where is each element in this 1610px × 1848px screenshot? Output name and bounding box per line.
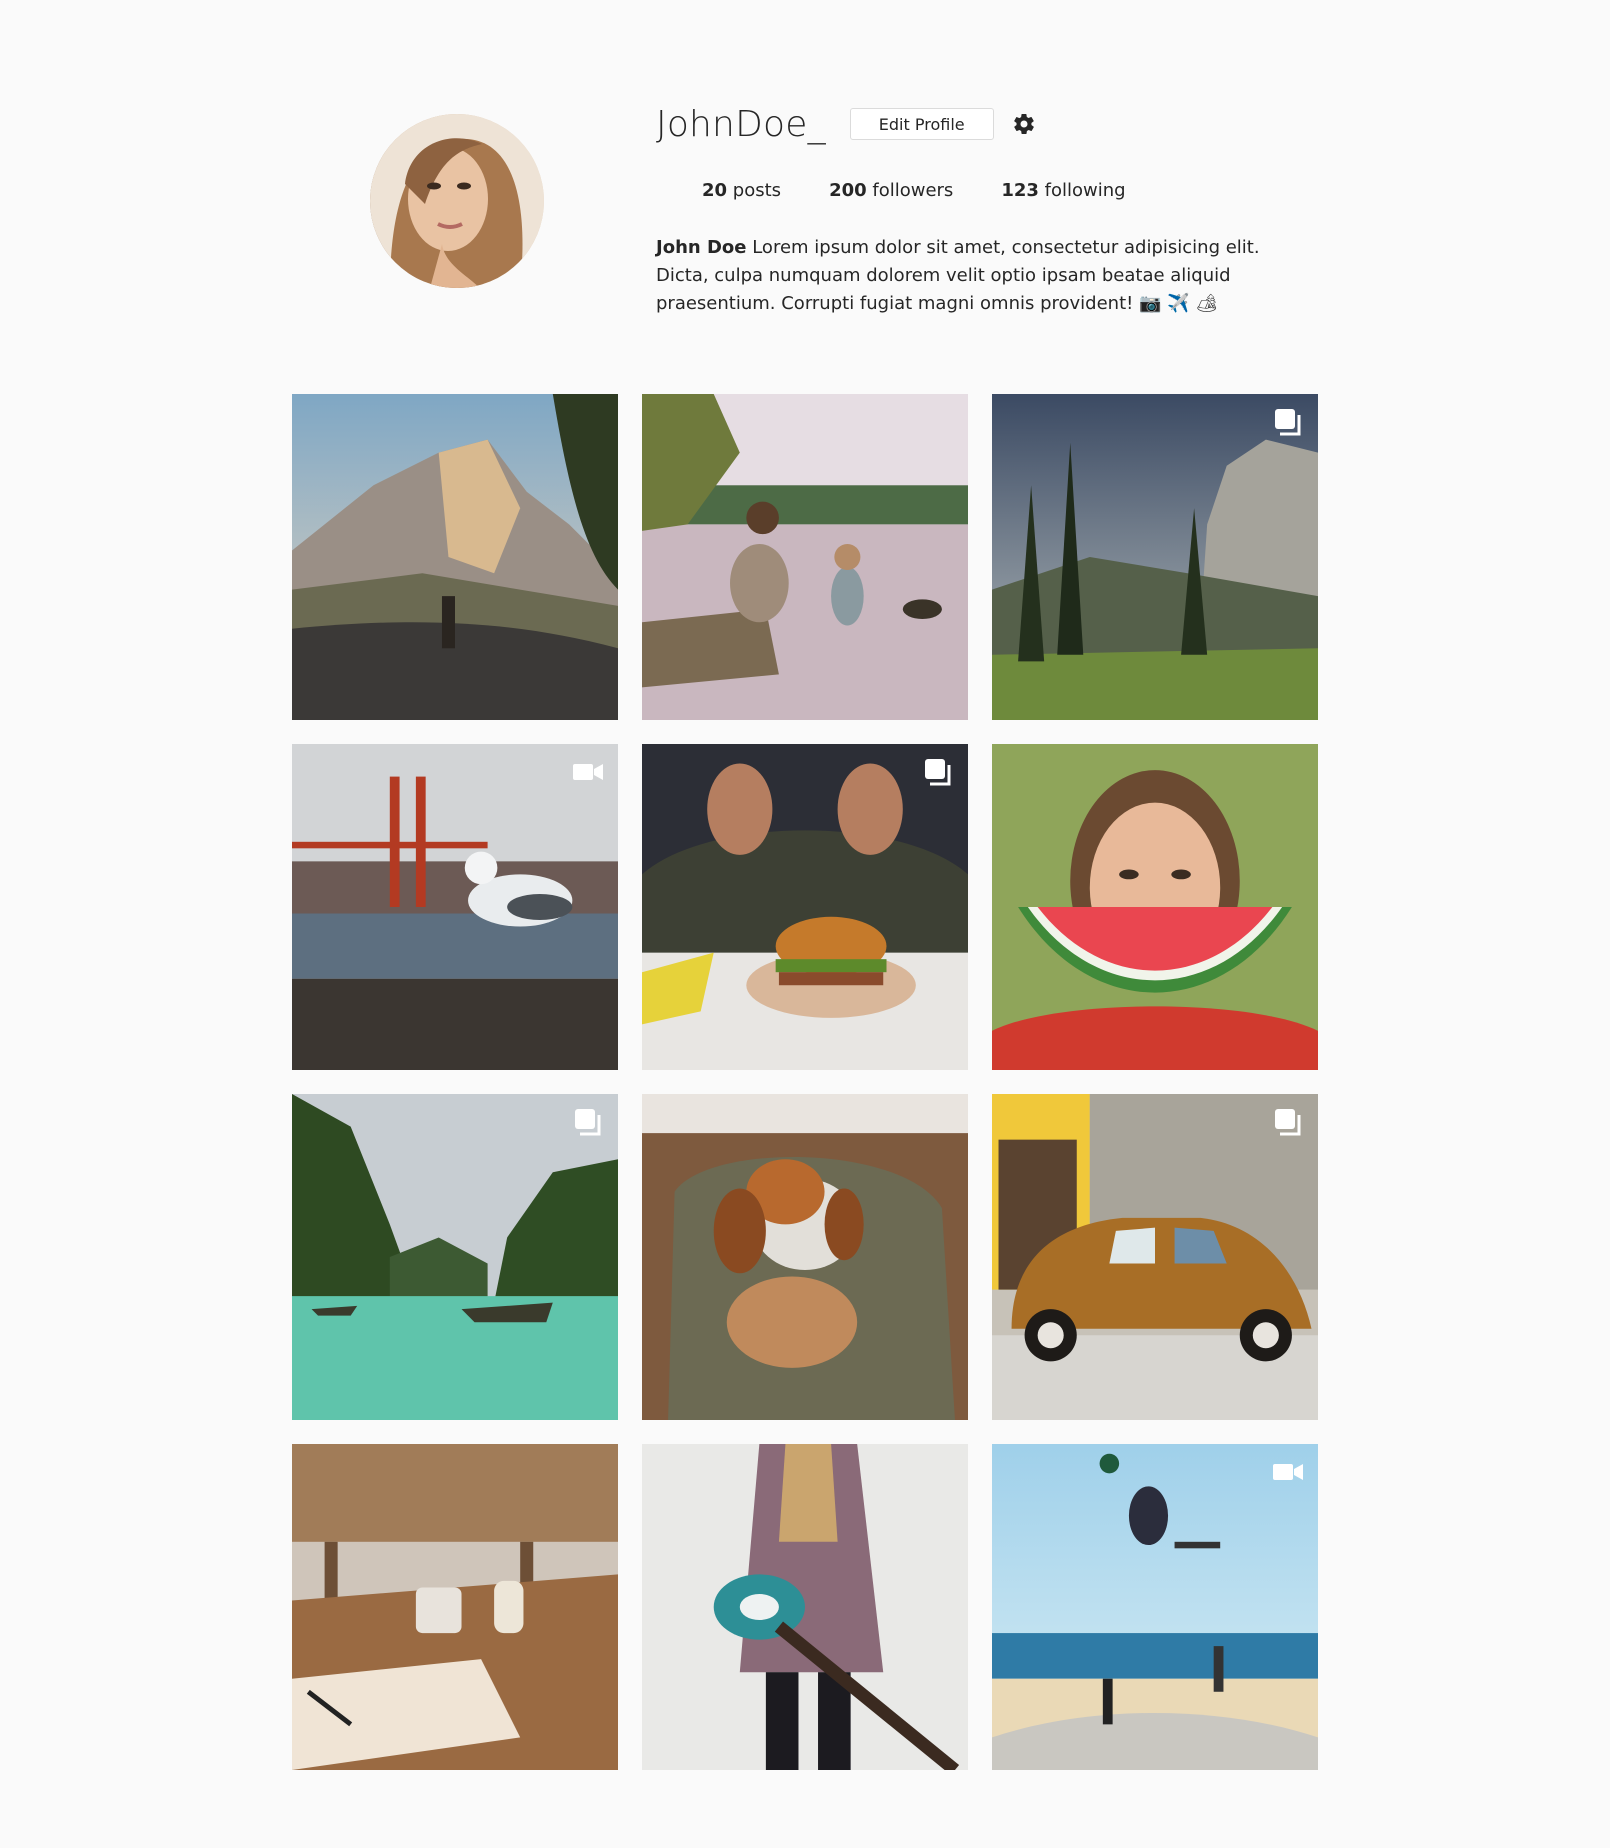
- post-image: [642, 1094, 968, 1420]
- multiple-photos-icon: [1275, 1109, 1301, 1136]
- avatar-image: [370, 114, 544, 288]
- post-tile[interactable]: [992, 1094, 1318, 1420]
- multiple-photos-icon: [575, 1109, 601, 1136]
- post-image: [992, 1094, 1318, 1420]
- followers-count: 200: [829, 180, 867, 201]
- post-image: [992, 1444, 1318, 1770]
- post-image: [642, 394, 968, 720]
- post-tile[interactable]: [292, 1094, 618, 1420]
- post-image: [992, 394, 1318, 720]
- profile-bio: John Doe Lorem ipsum dolor sit amet, con…: [656, 234, 1296, 318]
- video-icon: [1273, 1464, 1303, 1480]
- post-grid: [292, 394, 1318, 1770]
- bio-text: Lorem ipsum dolor sit amet, consectetur …: [656, 237, 1260, 314]
- multiple-photos-icon: [925, 759, 951, 786]
- followers-label: followers: [872, 180, 954, 201]
- post-image: [292, 1094, 618, 1420]
- post-image: [642, 1444, 968, 1770]
- profile-stats: 20 posts 200 followers 123 following: [702, 180, 1174, 201]
- post-tile[interactable]: [992, 394, 1318, 720]
- posts-label: posts: [732, 180, 782, 201]
- edit-profile-button[interactable]: Edit Profile: [849, 108, 994, 140]
- post-image: [292, 1444, 618, 1770]
- post-tile[interactable]: [642, 1444, 968, 1770]
- video-icon: [573, 764, 603, 780]
- profile-header: JohnDoe_ Edit Profile 20 posts 200 follo…: [292, 96, 1318, 326]
- post-tile[interactable]: [292, 1444, 618, 1770]
- posts-count: 20: [702, 180, 728, 201]
- post-tile[interactable]: [992, 1444, 1318, 1770]
- user-row: JohnDoe_ Edit Profile: [656, 96, 1038, 152]
- post-tile[interactable]: [292, 744, 618, 1070]
- bio-name: John Doe: [656, 237, 747, 258]
- followers-stat[interactable]: 200 followers: [829, 180, 953, 201]
- following-label: following: [1044, 180, 1126, 201]
- multiple-photos-icon: [1275, 409, 1301, 436]
- post-image: [992, 744, 1318, 1070]
- post-tile[interactable]: [992, 744, 1318, 1070]
- post-image: [292, 394, 618, 720]
- posts-stat[interactable]: 20 posts: [702, 180, 781, 201]
- following-stat[interactable]: 123 following: [1001, 180, 1125, 201]
- post-tile[interactable]: [642, 1094, 968, 1420]
- gear-icon[interactable]: [1010, 110, 1038, 138]
- following-count: 123: [1001, 180, 1039, 201]
- post-image: [642, 744, 968, 1070]
- username: JohnDoe_: [656, 103, 826, 145]
- avatar[interactable]: [370, 114, 544, 288]
- post-image: [292, 744, 618, 1070]
- post-tile[interactable]: [642, 744, 968, 1070]
- post-tile[interactable]: [642, 394, 968, 720]
- post-tile[interactable]: [292, 394, 618, 720]
